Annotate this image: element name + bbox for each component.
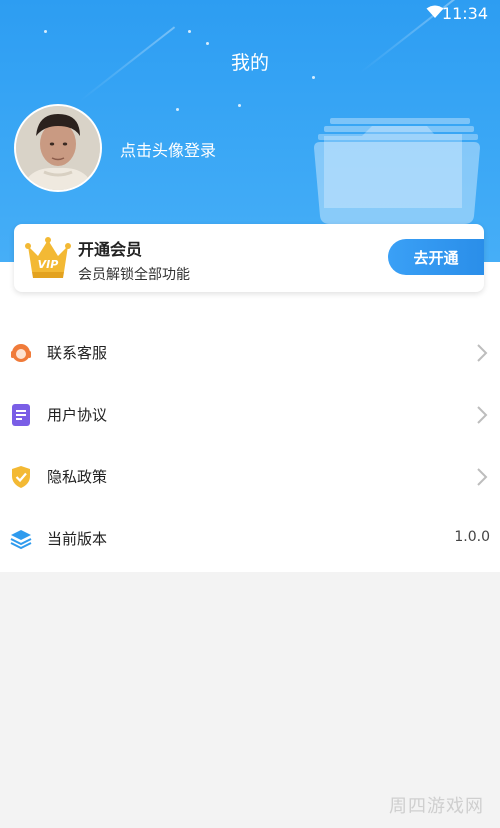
menu-item-contact-service[interactable]: 联系客服: [0, 323, 500, 385]
login-prompt[interactable]: 点击头像登录: [120, 137, 216, 161]
menu-list: 联系客服 用户协议 隐私政策 当前版本 1.0.0: [0, 262, 500, 572]
menu-item-label: 隐私政策: [47, 468, 108, 486]
star-decoration: [176, 108, 179, 111]
star-decoration: [206, 42, 209, 45]
page-title: 我的: [230, 52, 269, 74]
watermark: 周四游戏网: [389, 796, 484, 817]
folder-illustration: [314, 118, 480, 224]
status-time: 11:34: [441, 4, 488, 23]
document-icon: [12, 404, 30, 426]
vip-card[interactable]: VIP 开通会员 会员解锁全部功能 去开通: [14, 224, 484, 292]
menu-item-user-agreement[interactable]: 用户协议: [0, 385, 500, 447]
headset-icon: [11, 344, 31, 362]
profile-header: 11:34 我的 点击头像登录: [0, 0, 500, 262]
chevron-right-icon: [477, 344, 488, 362]
chevron-right-icon: [477, 406, 488, 424]
menu-item-label: 当前版本: [47, 530, 108, 548]
layers-icon: [10, 530, 32, 550]
vip-title: 开通会员: [78, 240, 143, 259]
open-vip-button[interactable]: 去开通: [388, 239, 484, 275]
star-decoration: [188, 30, 191, 33]
menu-item-privacy-policy[interactable]: 隐私政策: [0, 447, 500, 509]
chevron-right-icon: [477, 468, 488, 486]
menu-item-current-version: 当前版本 1.0.0: [0, 509, 500, 571]
vip-badge-text: VIP: [38, 258, 59, 271]
shield-check-icon: [12, 466, 30, 488]
avatar-image: [16, 106, 100, 190]
star-decoration: [44, 30, 47, 33]
star-decoration: [312, 76, 315, 79]
vip-subtitle: 会员解锁全部功能: [78, 267, 190, 283]
menu-item-label: 联系客服: [47, 344, 108, 362]
star-decoration: [238, 104, 241, 107]
avatar[interactable]: [14, 104, 102, 192]
version-value: 1.0.0: [454, 529, 490, 545]
menu-item-label: 用户协议: [47, 406, 108, 424]
vip-crown-icon: VIP: [25, 237, 71, 278]
